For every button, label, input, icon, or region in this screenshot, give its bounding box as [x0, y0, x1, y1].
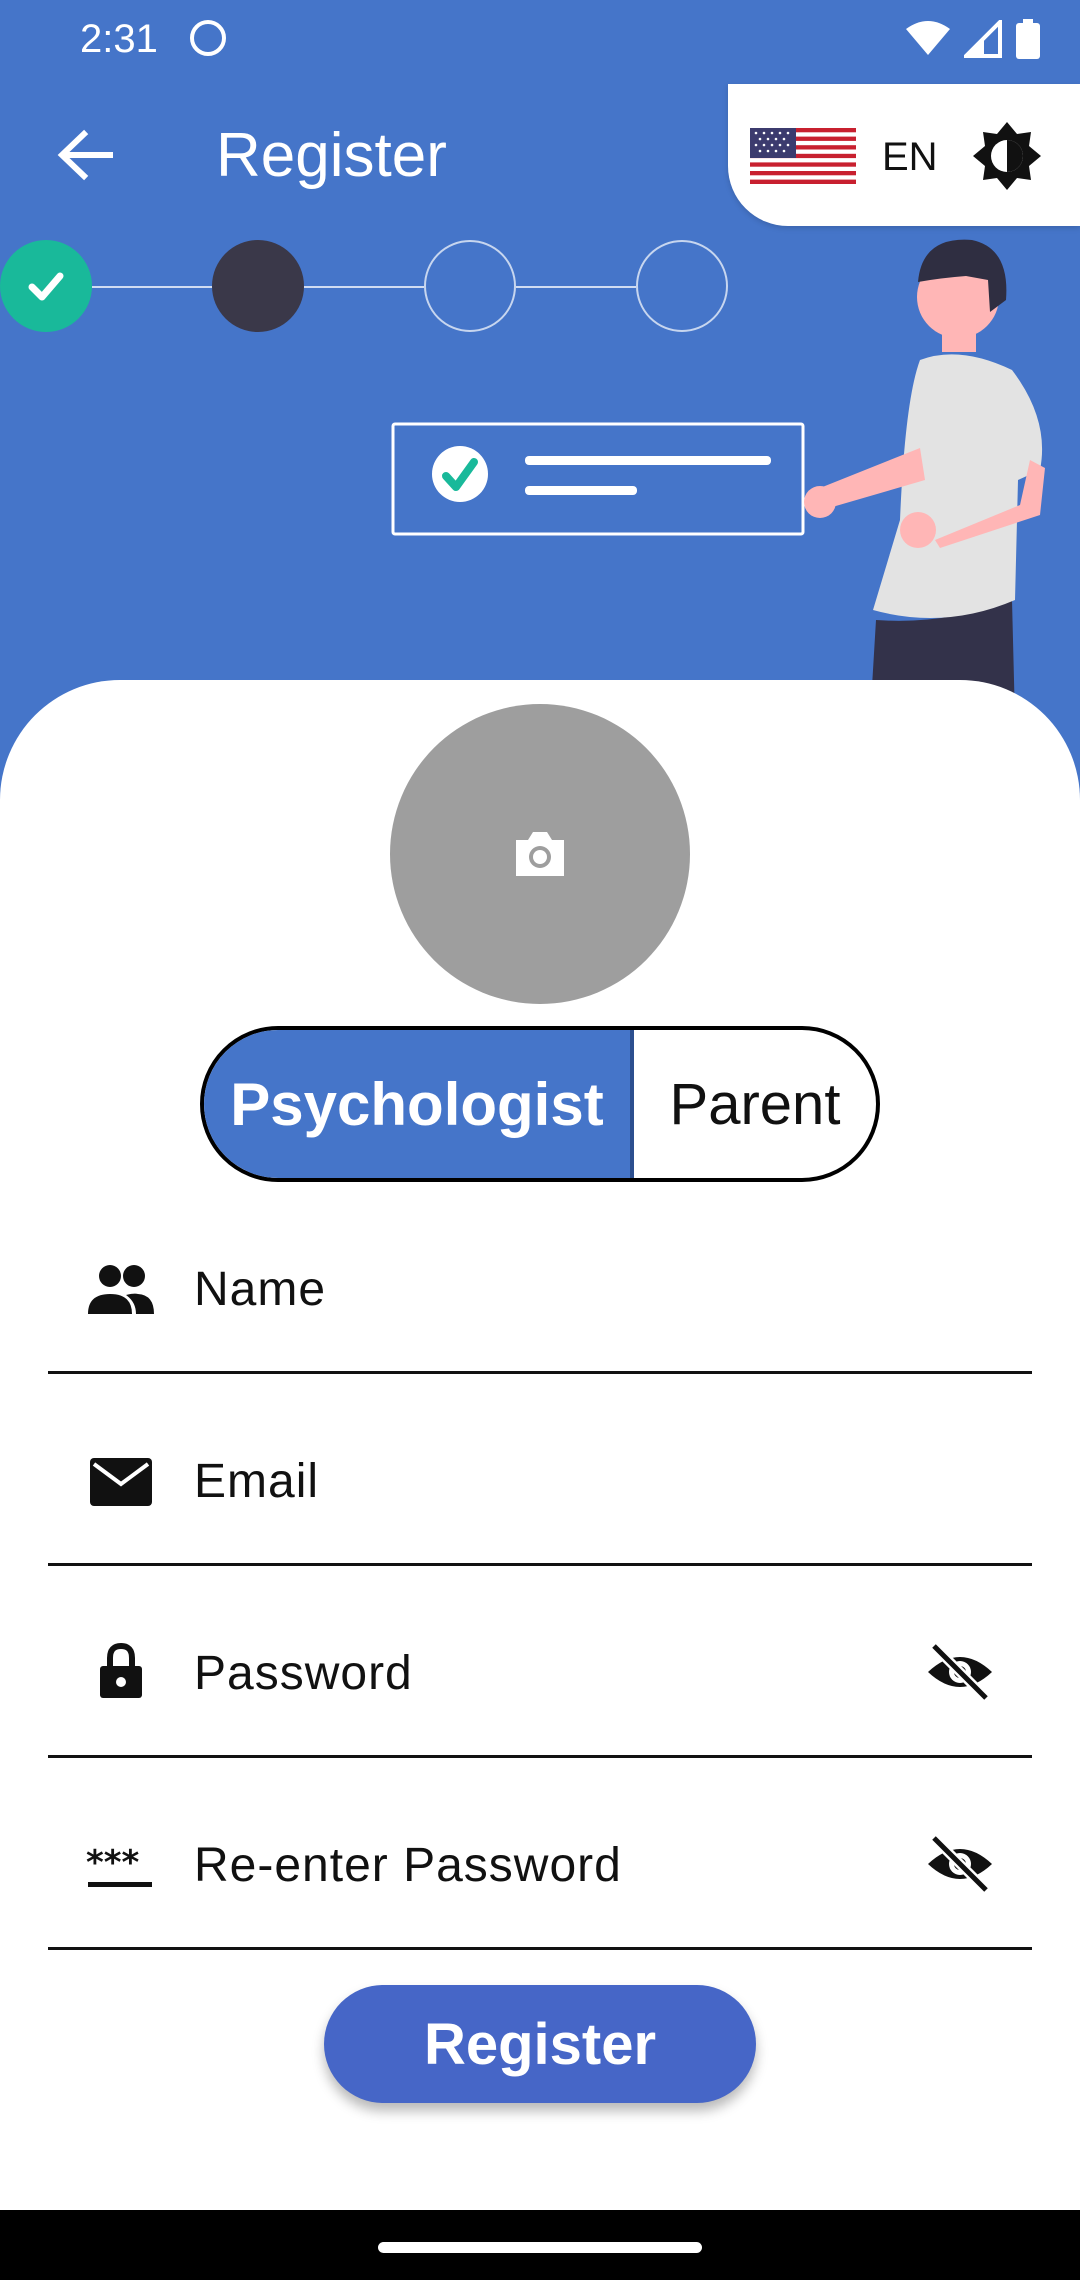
profile-photo-picker[interactable] [390, 704, 690, 1004]
step-2-current [212, 240, 304, 332]
visibility-off-icon[interactable] [924, 1832, 996, 1896]
svg-text:***: *** [86, 1843, 140, 1883]
password-field-label: Password [194, 1647, 413, 1700]
page-title: Register [216, 121, 447, 190]
password-field[interactable]: Password [48, 1582, 1032, 1758]
step-1-completed [0, 240, 92, 332]
brightness-icon [973, 122, 1041, 190]
mail-icon [90, 1458, 152, 1506]
email-field-label: Email [194, 1455, 320, 1508]
theme-toggle-button[interactable] [971, 120, 1043, 192]
stepper-connector [92, 286, 212, 288]
reenter-password-field-label: Re-enter Password [194, 1839, 622, 1892]
back-button[interactable] [50, 120, 120, 190]
visibility-off-icon[interactable] [924, 1640, 996, 1704]
role-psychologist-option[interactable]: Psychologist [204, 1030, 634, 1178]
name-field[interactable]: Name [48, 1198, 1032, 1374]
camera-icon [516, 832, 564, 876]
status-icons [906, 14, 1040, 64]
wifi-icon [906, 21, 950, 55]
home-gesture-handle[interactable] [378, 2242, 702, 2253]
us-flag-icon[interactable] [750, 128, 856, 184]
notification-app-icon [190, 20, 226, 56]
register-button[interactable]: Register [324, 1985, 756, 2103]
role-parent-option[interactable]: Parent [634, 1030, 876, 1178]
battery-icon [1016, 19, 1040, 59]
status-time: 2:31 [80, 17, 158, 61]
system-navigation-bar [0, 2210, 1080, 2280]
check-icon [28, 272, 64, 301]
lock-icon [100, 1642, 142, 1698]
signal-icon [964, 20, 1002, 58]
reenter-password-field[interactable]: *** Re-enter Password [48, 1774, 1032, 1950]
people-icon [88, 1265, 154, 1314]
password-dots-icon: *** [86, 1843, 152, 1887]
role-toggle: Psychologist Parent [200, 1026, 880, 1182]
person-checklist-illustration [391, 239, 1045, 720]
name-field-label: Name [194, 1263, 327, 1316]
email-field[interactable]: Email [48, 1390, 1032, 1566]
arrow-back-icon [57, 129, 113, 181]
language-theme-panel: EN [728, 84, 1080, 226]
language-code[interactable]: EN [882, 132, 938, 182]
